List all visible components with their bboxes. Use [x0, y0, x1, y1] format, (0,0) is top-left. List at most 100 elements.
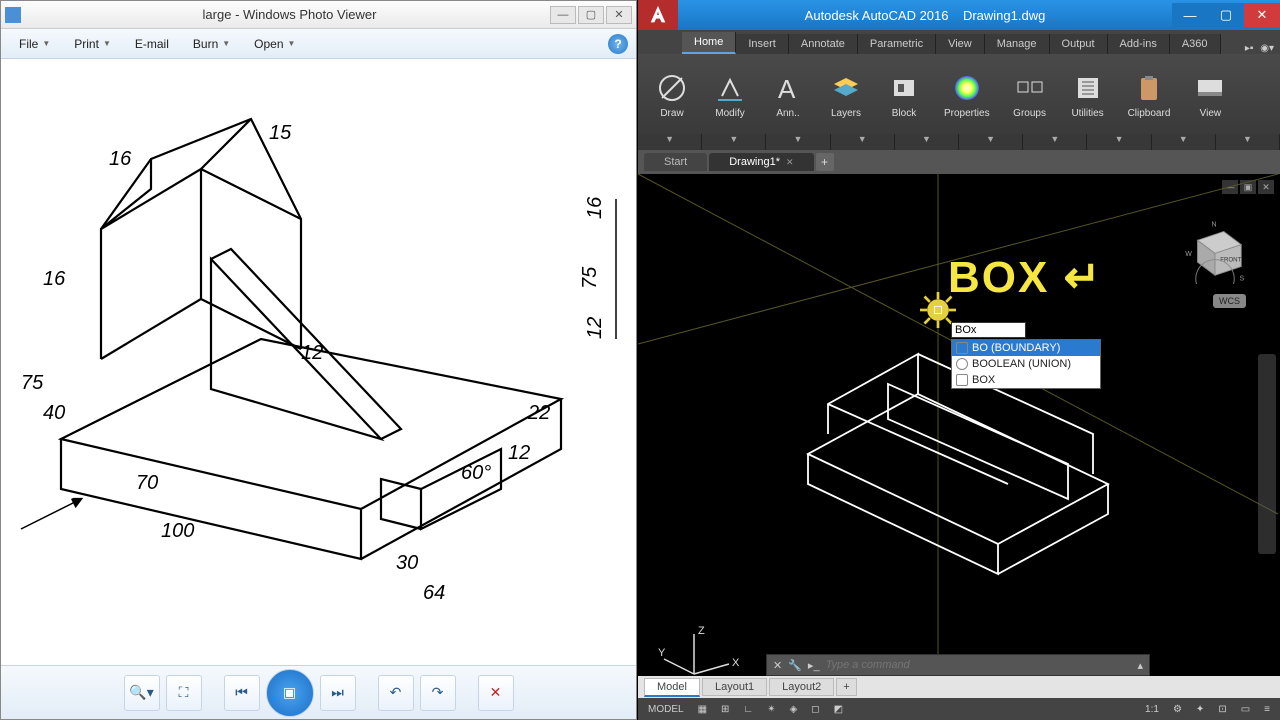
pv-titlebar[interactable]: large - Windows Photo Viewer — ▢ ✕: [1, 1, 636, 29]
status-custom-icon[interactable]: ≡: [1260, 704, 1274, 715]
close-button[interactable]: ✕: [606, 6, 632, 24]
ac-close-button[interactable]: ✕: [1244, 3, 1280, 27]
command-line[interactable]: ✕ 🔧 ▸_ ▴: [766, 654, 1150, 676]
layout-2[interactable]: Layout2: [769, 678, 834, 696]
navigation-bar[interactable]: [1258, 354, 1276, 554]
menu-print[interactable]: Print▼: [64, 33, 121, 55]
help-icon[interactable]: ?: [608, 34, 628, 54]
properties-icon: [949, 70, 985, 106]
tab-addins[interactable]: Add-ins: [1108, 34, 1170, 54]
status-model[interactable]: MODEL: [644, 704, 688, 715]
layout-tabs: Model Layout1 Layout2 +: [638, 676, 1280, 698]
status-3dosnap-icon[interactable]: ◩: [830, 704, 847, 715]
menu-email[interactable]: E-mail: [125, 33, 179, 55]
menu-open[interactable]: Open▼: [244, 33, 305, 55]
svg-text:60°: 60°: [461, 462, 491, 484]
svg-text:X: X: [732, 657, 740, 669]
tab-output[interactable]: Output: [1050, 34, 1108, 54]
viewport[interactable]: — ▣ ✕ BOX ↵: [638, 174, 1280, 720]
status-anno-icon[interactable]: ✦: [1192, 704, 1208, 715]
status-workspace-icon[interactable]: ⊡: [1214, 704, 1230, 715]
delete-button[interactable]: ✕: [478, 675, 514, 711]
filetab-start[interactable]: Start: [644, 153, 707, 171]
modify-icon: [712, 70, 748, 106]
clipboard-icon: [1131, 70, 1167, 106]
svg-text:75: 75: [579, 266, 601, 289]
prev-button[interactable]: ⏮: [224, 675, 260, 711]
status-ortho-icon[interactable]: ∟: [739, 704, 757, 715]
svg-text:A: A: [778, 74, 796, 104]
svg-text:16: 16: [43, 268, 66, 290]
ac-minimize-button[interactable]: —: [1172, 3, 1208, 27]
svg-text:30: 30: [396, 552, 418, 574]
status-snap-icon[interactable]: ⊞: [717, 704, 733, 715]
tab-insert[interactable]: Insert: [736, 34, 789, 54]
slideshow-button[interactable]: ▣: [266, 669, 314, 717]
filetab-drawing[interactable]: Drawing1*✕: [709, 153, 813, 171]
tab-parametric[interactable]: Parametric: [858, 34, 936, 54]
svg-text:64: 64: [423, 582, 445, 604]
autocad-logo-icon[interactable]: [638, 0, 678, 30]
svg-text:15: 15: [269, 122, 292, 144]
status-scale[interactable]: 1:1: [1141, 704, 1163, 715]
cmdline-config-icon[interactable]: 🔧: [788, 659, 802, 672]
pv-canvas[interactable]: 15 16 16 75 40 12 22 12 60° 70 100 30 64…: [1, 59, 636, 665]
tab-focus-icon[interactable]: ◉▾: [1260, 43, 1274, 54]
tab-annotate[interactable]: Annotate: [789, 34, 858, 54]
filetab-close-icon[interactable]: ✕: [786, 157, 794, 167]
status-gear-icon[interactable]: ⚙: [1169, 704, 1186, 715]
autocomplete-option[interactable]: BOX: [952, 372, 1100, 388]
minimize-button[interactable]: —: [550, 6, 576, 24]
expander[interactable]: ▼: [638, 134, 702, 150]
tab-home[interactable]: Home: [682, 32, 736, 54]
tab-view[interactable]: View: [936, 34, 985, 54]
panel-draw[interactable]: Draw: [644, 68, 700, 121]
layers-icon: [828, 70, 864, 106]
panel-clipboard[interactable]: Clipboard: [1118, 68, 1181, 121]
fit-button[interactable]: ⛶: [166, 675, 202, 711]
next-button[interactable]: ⏭: [320, 675, 356, 711]
zoom-button[interactable]: 🔍▾: [124, 675, 160, 711]
menu-burn[interactable]: Burn▼: [183, 33, 240, 55]
cmdline-close-icon[interactable]: ✕: [773, 659, 782, 672]
cmdline-input[interactable]: [826, 659, 1132, 671]
layout-model[interactable]: Model: [644, 678, 700, 697]
panel-utilities[interactable]: Utilities: [1060, 68, 1116, 121]
panel-annotation[interactable]: AAnn..: [760, 68, 816, 121]
ac-titlebar[interactable]: Autodesk AutoCAD 2016 Drawing1.dwg — ▢ ✕: [638, 0, 1280, 30]
panel-groups[interactable]: Groups: [1002, 68, 1058, 121]
panel-properties[interactable]: Properties: [934, 68, 1000, 121]
status-grid-icon[interactable]: ▦: [694, 704, 711, 715]
layout-add-button[interactable]: +: [836, 678, 856, 696]
autocomplete-option[interactable]: BOOLEAN (UNION): [952, 356, 1100, 372]
groups-icon: [1012, 70, 1048, 106]
wcs-badge[interactable]: WCS: [1213, 294, 1246, 308]
panel-block[interactable]: Block: [876, 68, 932, 121]
maximize-button[interactable]: ▢: [578, 6, 604, 24]
menu-file[interactable]: File▼: [9, 33, 60, 55]
status-polar-icon[interactable]: ✴: [763, 704, 779, 715]
svg-text:N: N: [1212, 221, 1217, 228]
viewcube[interactable]: FRONT N W S: [1180, 214, 1250, 284]
tab-play-icon[interactable]: ▸▪: [1245, 43, 1254, 54]
autocomplete-option[interactable]: BO (BOUNDARY): [952, 340, 1100, 356]
tab-a360[interactable]: A360: [1170, 34, 1221, 54]
panel-layers[interactable]: Layers: [818, 68, 874, 121]
text-icon: A: [770, 70, 806, 106]
tab-manage[interactable]: Manage: [985, 34, 1050, 54]
rotate-cw-button[interactable]: ↷: [420, 675, 456, 711]
ac-maximize-button[interactable]: ▢: [1208, 3, 1244, 27]
panel-modify[interactable]: Modify: [702, 68, 758, 121]
rotate-ccw-button[interactable]: ↶: [378, 675, 414, 711]
status-iso-icon[interactable]: ◈: [786, 704, 802, 715]
layout-1[interactable]: Layout1: [702, 678, 767, 696]
cmdline-history-icon[interactable]: ▴: [1137, 659, 1143, 672]
panel-view[interactable]: View: [1182, 68, 1238, 121]
dynamic-input[interactable]: BOx: [951, 322, 1026, 338]
pv-app-icon: [5, 7, 21, 23]
status-clean-icon[interactable]: ▭: [1237, 704, 1254, 715]
status-osnap-icon[interactable]: ◻: [807, 704, 823, 715]
filetab-add-button[interactable]: +: [816, 153, 834, 171]
svg-text:FRONT: FRONT: [1220, 256, 1241, 263]
autocomplete-dropdown: BO (BOUNDARY) BOOLEAN (UNION) BOX: [951, 339, 1101, 389]
